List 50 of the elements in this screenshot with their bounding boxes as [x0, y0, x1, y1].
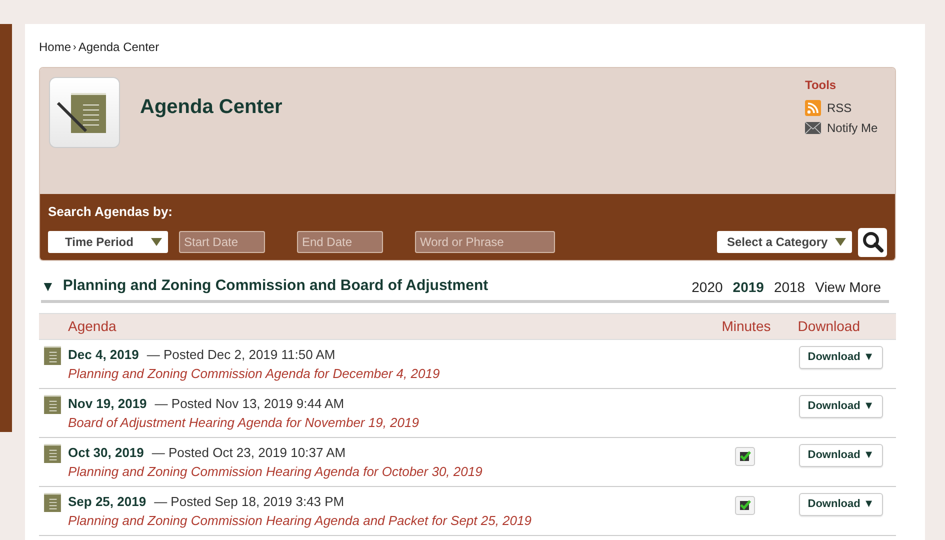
meeting-date: Dec 4, 2019: [68, 346, 139, 364]
download-button[interactable]: Download ▼: [799, 444, 883, 466]
year-link[interactable]: 2018: [774, 276, 806, 298]
search-button[interactable]: [858, 228, 887, 256]
year-link[interactable]: 2019: [732, 276, 764, 298]
breadcrumb-current-link[interactable]: Agenda Center: [78, 38, 160, 56]
agenda-link[interactable]: Planning and Zoning Commission Hearing Agenda and Packet for Sept 25, 2019: [68, 512, 532, 530]
rss-link[interactable]: RSS: [827, 99, 852, 117]
breadcrumb-home-link[interactable]: Home: [39, 38, 72, 56]
agenda-link[interactable]: Board of Adjustment Hearing Agenda for November 19, 2019: [68, 414, 419, 432]
meeting-date: Sep 25, 2019: [68, 492, 146, 511]
download-button[interactable]: Download ▼: [799, 492, 883, 516]
column-header: Download: [798, 316, 860, 336]
rss-icon: [805, 100, 821, 116]
word-phrase-field[interactable]: Word or Phrase: [415, 231, 555, 253]
page-title: Agenda Center: [140, 95, 282, 120]
download-button[interactable]: Download ▼: [799, 346, 883, 368]
posted-date: — Posted Sep 18, 2019 3:43 PM: [154, 492, 344, 511]
collapse-toggle[interactable]: ▼: [41, 276, 55, 297]
tools-heading: Tools: [805, 77, 838, 94]
posted-date: — Posted Oct 23, 2019 10:37 AM: [152, 444, 346, 462]
view-more-link[interactable]: View More: [815, 276, 881, 298]
end-date-field[interactable]: End Date: [297, 231, 383, 253]
minutes-checkbox-icon[interactable]: [735, 496, 755, 514]
document-icon: [44, 346, 61, 364]
column-header: Agenda: [68, 316, 116, 336]
agenda-link[interactable]: Planning and Zoning Commission Hearing Agenda for October 30, 2019: [68, 462, 482, 480]
meeting-date: Nov 19, 2019: [68, 394, 147, 412]
minutes-checkbox-icon[interactable]: [735, 446, 755, 466]
search-label: Search Agendas by:: [48, 203, 174, 221]
download-button[interactable]: Download ▼: [799, 394, 883, 418]
agenda-link[interactable]: Planning and Zoning Commission Agenda for December 4, 2019: [68, 364, 440, 382]
document-icon: [44, 394, 61, 414]
posted-date: — Posted Nov 13, 2019 9:44 AM: [154, 394, 344, 412]
posted-date: — Posted Dec 2, 2019 11:50 AM: [146, 346, 336, 364]
caret-icon: [151, 238, 162, 246]
start-date-field[interactable]: Start Date: [179, 231, 265, 253]
envelope-icon: [805, 122, 821, 134]
notify-link[interactable]: Notify Me: [827, 119, 878, 137]
search-icon: [862, 231, 884, 253]
column-header: Minutes: [722, 316, 771, 336]
document-icon: [44, 492, 61, 512]
document-icon: [44, 444, 61, 462]
section-title: Planning and Zoning Commission and Board of Adjustment: [62, 276, 488, 296]
year-link[interactable]: 2020: [692, 276, 723, 298]
caret-icon: [835, 238, 846, 246]
breadcrumb-separator: ›: [73, 40, 76, 54]
meeting-date: Oct 30, 2019: [68, 444, 144, 462]
time-period-dropdown[interactable]: Time Period: [48, 231, 168, 253]
category-dropdown[interactable]: Select a Category: [717, 231, 852, 253]
